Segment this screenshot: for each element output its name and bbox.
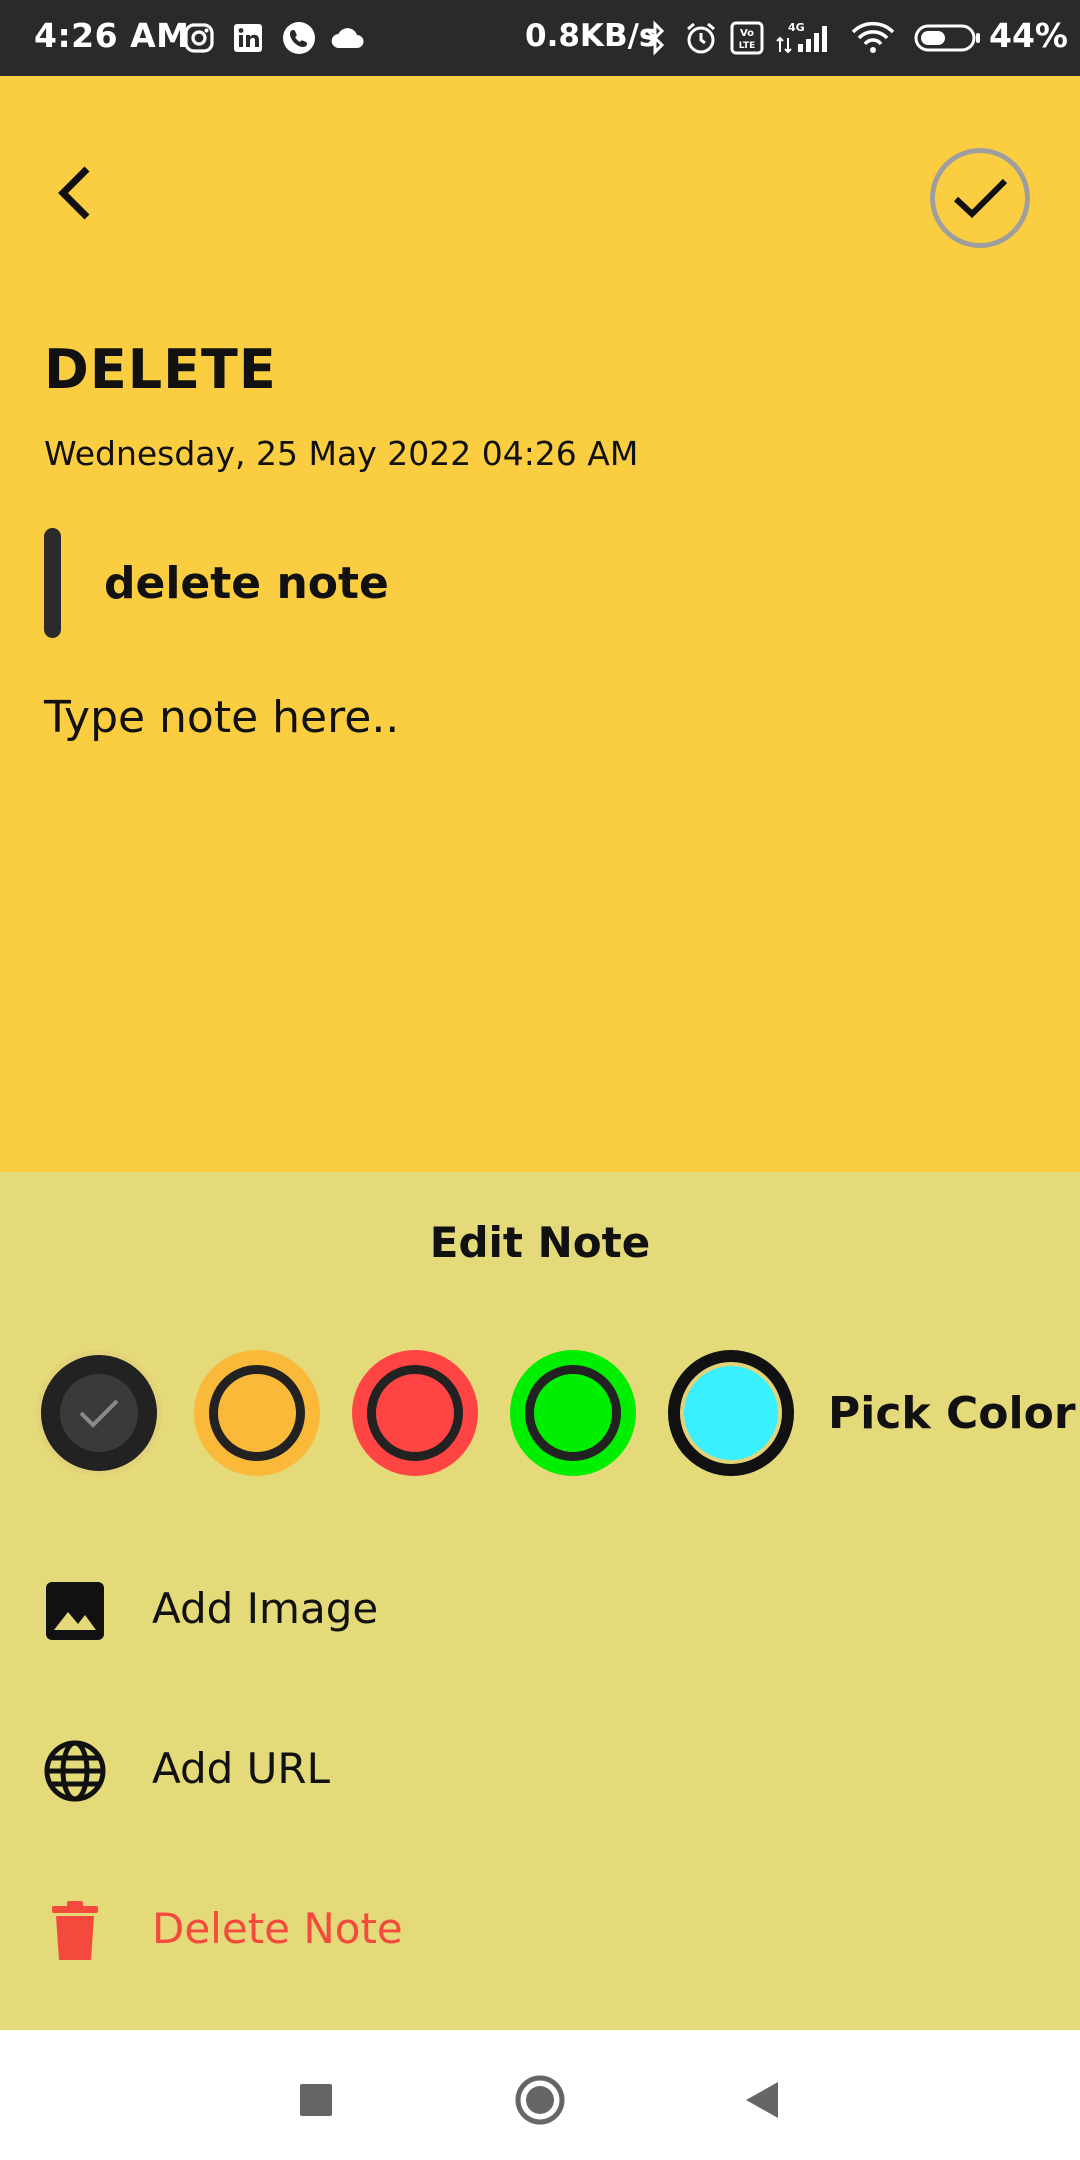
square-icon (300, 2084, 332, 2116)
home-button[interactable] (510, 2070, 570, 2130)
whatsapp-icon (281, 18, 317, 58)
svg-text:Vo: Vo (740, 28, 754, 39)
status-time: 4:26 AM (34, 16, 190, 55)
note-title[interactable]: DELETE (44, 338, 277, 401)
save-button[interactable] (930, 148, 1030, 248)
add-url-label: Add URL (152, 1744, 330, 1793)
note-body-input[interactable]: Type note here.. (44, 692, 1034, 743)
system-nav-bar (0, 2030, 1080, 2160)
note-datetime: Wednesday, 25 May 2022 04:26 AM (44, 434, 639, 473)
cloud-icon (330, 18, 366, 58)
chevron-left-icon (58, 166, 90, 220)
note-editor (0, 76, 1080, 1172)
nav-back-button[interactable] (732, 2070, 792, 2130)
battery-percent: 44% (989, 16, 1068, 55)
svg-text:LTE: LTE (739, 41, 756, 51)
network-speed: 0.8KB/s (525, 18, 658, 54)
color-swatch-green[interactable] (510, 1350, 636, 1476)
triangle-back-icon (746, 2082, 778, 2118)
pick-color-button[interactable]: Pick Color (828, 1388, 1076, 1439)
subtitle-indicator (44, 528, 61, 638)
svg-text:4G: 4G (788, 21, 805, 34)
home-circle-icon (515, 2075, 565, 2125)
check-icon (79, 1399, 119, 1428)
color-swatch-cyan[interactable] (668, 1350, 794, 1476)
alarm-icon (684, 18, 718, 58)
delete-note-option[interactable]: Delete Note (0, 1868, 1080, 1988)
bluetooth-icon (644, 18, 666, 58)
back-button[interactable] (40, 158, 110, 228)
add-image-label: Add Image (152, 1584, 379, 1633)
instagram-icon (183, 18, 215, 58)
volte-icon: Vo LTE (730, 18, 764, 58)
delete-note-label: Delete Note (152, 1904, 403, 1953)
recents-button[interactable] (286, 2070, 346, 2130)
globe-icon (40, 1736, 110, 1806)
add-url-option[interactable]: Add URL (0, 1708, 1080, 1828)
color-swatch-dark[interactable] (36, 1350, 162, 1476)
linkedin-icon (232, 18, 264, 58)
battery-icon (914, 18, 982, 58)
color-swatch-orange[interactable] (194, 1350, 320, 1476)
color-swatch-red[interactable] (352, 1350, 478, 1476)
wifi-icon (850, 18, 896, 58)
add-image-option[interactable]: Add Image (0, 1548, 1080, 1668)
status-bar: 4:26 AM 0.8KB/s Vo LTE 4G 44% (0, 0, 1080, 76)
trash-icon (40, 1896, 110, 1966)
check-icon (953, 178, 1008, 219)
signal-icon: 4G (776, 18, 836, 58)
note-subtitle[interactable]: delete note (104, 558, 389, 609)
sheet-title: Edit Note (429, 1218, 651, 1267)
image-icon (40, 1576, 110, 1646)
